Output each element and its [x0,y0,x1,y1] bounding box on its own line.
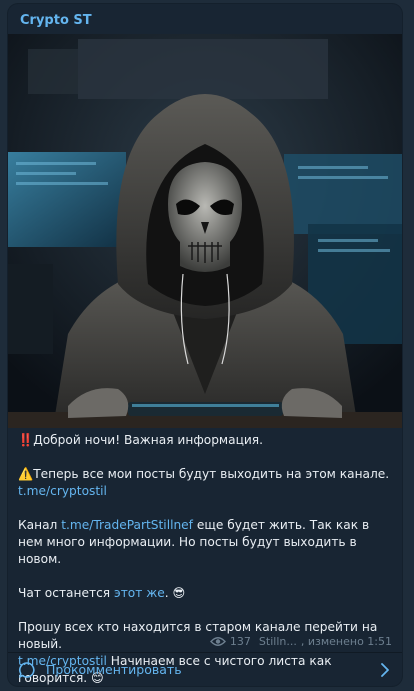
hooded-skull-illustration [8,34,402,428]
message-line-3: Канал t.me/TradePartStillnef еще будет ж… [18,518,370,566]
chevron-right-icon [381,663,389,677]
edited-time: , изменено 1:51 [300,635,392,648]
post-image[interactable] [8,34,402,428]
views-count: 137 [229,635,251,648]
double-exclamation-emoji: ‼️ [18,433,34,447]
chat-link[interactable]: этот же [114,586,165,600]
message-meta: 137 Stilln..., изменено 1:51 [209,635,392,648]
comment-label: Прокомментировать [46,662,182,677]
channel-message-card: Crypto ST ‼️Доброй ночи! Важная информац… [8,4,402,686]
author-signature: Stilln... [258,635,297,648]
message-line-1: ‼️Доброй ночи! Важная информация. [18,433,264,447]
channel-name[interactable]: Crypto ST [20,13,92,28]
message-line-4: Чат останется этот же. 😎 [18,586,186,600]
comment-bubble-icon [19,662,35,678]
cryptostil-link[interactable]: t.me/cryptostil [18,484,107,498]
tradepart-link[interactable]: t.me/TradePartStillnef [61,518,193,532]
eye-icon [209,637,226,646]
message-line-2: ⚠️Теперь все мои посты будут выходить на… [18,467,390,498]
warning-emoji: ⚠️ [18,467,34,481]
comment-button[interactable]: Прокомментировать [8,653,402,686]
